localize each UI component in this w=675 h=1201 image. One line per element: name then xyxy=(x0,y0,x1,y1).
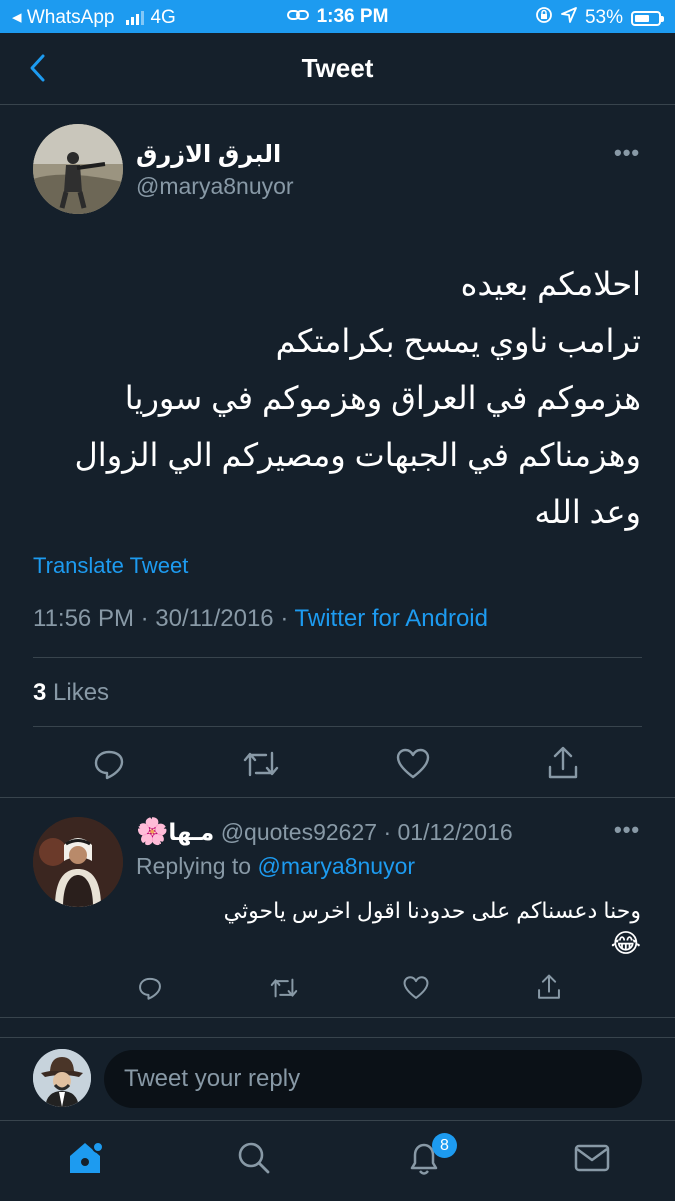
reply-name-emoji: 🌸 xyxy=(136,816,169,846)
reply-date: 01/12/2016 xyxy=(397,819,513,845)
reply-emoji: 😂 xyxy=(610,928,641,958)
replying-to-line: Replying to @marya8nuyor xyxy=(136,853,415,880)
share-icon xyxy=(538,974,560,999)
tweet-line: هزموكم في العراق وهزموكم في سوريا xyxy=(124,380,641,416)
reply-more-options-icon[interactable]: ••• xyxy=(614,817,640,843)
retweet-button[interactable] xyxy=(242,747,280,786)
author-avatar[interactable] xyxy=(33,124,123,214)
battery-icon xyxy=(631,10,664,26)
tweet-source-link[interactable]: Twitter for Android xyxy=(295,605,488,632)
likes-count: 3 xyxy=(33,679,47,706)
tweet-more-options-icon[interactable]: ••• xyxy=(614,140,640,166)
hotspot-link-icon xyxy=(286,6,309,28)
divider xyxy=(0,1017,675,1018)
meta-separator: · xyxy=(140,605,156,632)
reply-like-button[interactable] xyxy=(402,975,430,1006)
divider xyxy=(33,726,642,727)
like-button[interactable] xyxy=(395,747,431,786)
reply-input[interactable] xyxy=(104,1050,642,1108)
share-button[interactable] xyxy=(546,745,580,786)
retweet-icon xyxy=(243,751,279,777)
likes-label: Likes xyxy=(53,679,110,706)
location-arrow-icon xyxy=(561,7,577,29)
likes-count-link[interactable]: 3 Likes xyxy=(33,679,109,707)
reply-author-avatar[interactable] xyxy=(33,817,123,907)
share-icon xyxy=(548,746,578,779)
tweet-text: احلامكم بعيده ترامب ناوي يمسح بكرامتكم ه… xyxy=(31,256,641,541)
rotation-lock-icon xyxy=(535,6,553,30)
current-user-avatar[interactable] xyxy=(33,1049,91,1107)
retweet-icon xyxy=(270,978,298,998)
tweet-line: وهزمناكم في الجبهات ومصيركم الي الزوال xyxy=(74,437,641,473)
reply-icon xyxy=(94,750,124,780)
translate-tweet-link[interactable]: Translate Tweet xyxy=(33,553,188,579)
status-bar: ◂ WhatsApp 4G 1:36 PM 53% xyxy=(0,0,675,33)
reply-button[interactable] xyxy=(92,747,126,786)
reply-share-button[interactable] xyxy=(536,973,562,1006)
heart-icon xyxy=(403,976,429,999)
tweet-time: 11:56 PM xyxy=(33,605,134,632)
author-name[interactable]: البرق الازرق xyxy=(136,140,281,169)
author-handle[interactable]: @marya8nuyor xyxy=(136,173,294,200)
replying-to-mention[interactable]: @marya8nuyor xyxy=(257,853,415,879)
home-icon xyxy=(70,1141,104,1173)
reply-author-handle[interactable]: @quotes92627 xyxy=(221,819,377,845)
reply-icon xyxy=(139,977,161,1000)
divider xyxy=(33,657,642,658)
heart-icon xyxy=(396,748,430,779)
tweet-line: احلامكم بعيده xyxy=(460,266,641,302)
tab-messages[interactable] xyxy=(573,1142,611,1179)
reply-header: 🌸مـها @quotes92627 · 01/12/2016 xyxy=(136,816,513,847)
reply-retweet-button[interactable] xyxy=(269,975,299,1006)
tweet-metadata: 11:56 PM · 30/11/2016 · Twitter for Andr… xyxy=(33,605,488,633)
mail-icon xyxy=(574,1144,610,1172)
page-title: Tweet xyxy=(301,53,374,83)
meta-separator: · xyxy=(383,819,398,845)
reply-author-name[interactable]: مـها xyxy=(168,819,214,845)
meta-separator: · xyxy=(280,605,295,632)
reply-text-line: وحنا دعسناكم على حدودنا اقول اخرس ياحوثي xyxy=(223,898,641,923)
status-time: 1:36 PM xyxy=(316,6,389,28)
top-navigation-bar: Tweet xyxy=(0,33,675,105)
search-icon xyxy=(238,1142,270,1174)
replying-to-label: Replying to xyxy=(136,853,252,879)
tab-home[interactable] xyxy=(65,1138,105,1183)
tweet-line: وعد الله xyxy=(534,494,641,530)
tweet-date: 30/11/2016 xyxy=(155,605,274,632)
tweet-line: ترامب ناوي يمسح بكرامتكم xyxy=(275,323,641,359)
tab-search[interactable] xyxy=(236,1140,272,1181)
reply-reply-button[interactable] xyxy=(137,975,163,1006)
divider xyxy=(0,797,675,798)
status-bar-right: 53% xyxy=(535,6,664,30)
battery-percent: 53% xyxy=(584,7,623,28)
notifications-badge: 8 xyxy=(432,1133,457,1158)
reply-text: وحنا دعسناكم على حدودنا اقول اخرس ياحوثي… xyxy=(141,895,641,959)
